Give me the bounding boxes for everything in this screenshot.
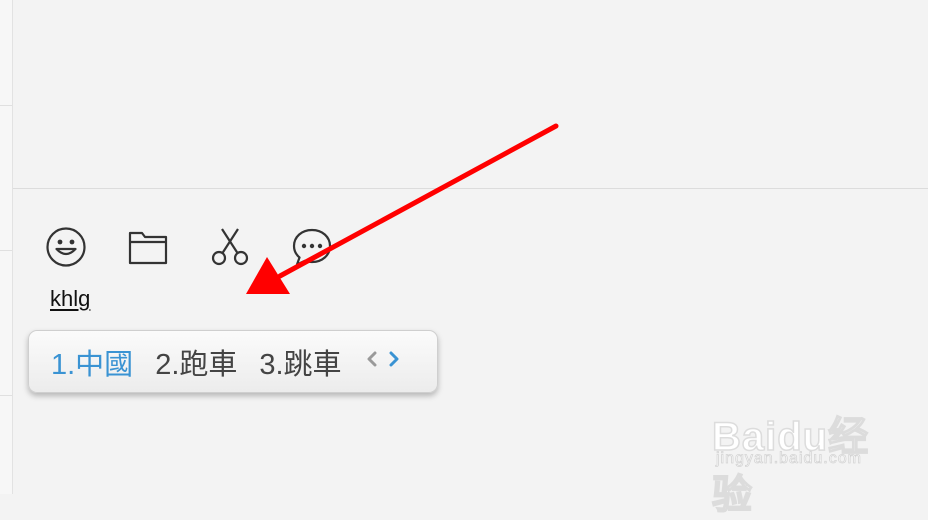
ime-pager — [366, 351, 400, 372]
ime-composition-text: khlg — [50, 286, 91, 311]
input-divider — [13, 188, 928, 189]
left-panel-divider — [0, 250, 12, 251]
chevron-left-icon[interactable] — [366, 351, 378, 372]
input-toolbar — [44, 224, 334, 270]
ime-candidate-window: 1.中國 2.跑車 3.跳車 — [28, 330, 438, 393]
left-panel-edge — [0, 0, 13, 494]
emoji-button[interactable] — [44, 225, 88, 269]
ime-candidate-2[interactable]: 2.跑車 — [155, 341, 237, 383]
chevron-right-icon[interactable] — [388, 351, 400, 372]
left-panel-divider — [0, 105, 12, 106]
folder-button[interactable] — [126, 225, 170, 269]
left-panel-divider — [0, 395, 12, 396]
scissors-icon — [211, 228, 249, 266]
watermark-url: jingyan.baidu.com — [716, 450, 862, 468]
smiley-icon — [46, 227, 86, 267]
chat-history-area[interactable] — [13, 0, 928, 188]
baidu-watermark: Baidu经验 jingyan.baidu.com — [711, 396, 892, 518]
ime-candidate-3[interactable]: 3.跳車 — [259, 341, 341, 383]
chat-record-button[interactable] — [290, 225, 334, 269]
screenshot-button[interactable] — [208, 225, 252, 269]
ime-candidate-1[interactable]: 1.中國 — [51, 341, 133, 383]
speech-bubble-icon — [292, 228, 332, 266]
folder-icon — [128, 231, 168, 265]
